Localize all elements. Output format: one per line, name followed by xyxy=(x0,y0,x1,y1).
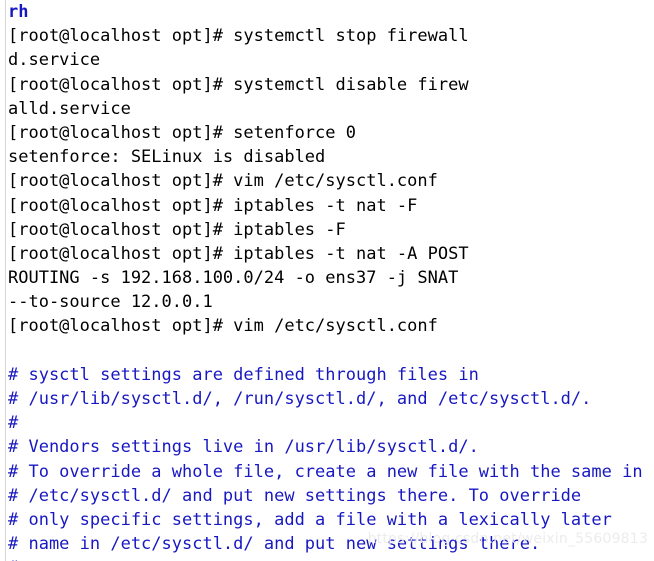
terminal-line-command-wrap: ROUTING -s 192.168.100.0/24 -o ens37 -j … xyxy=(8,266,654,290)
terminal-line-command: [root@localhost opt]# iptables -F xyxy=(8,218,654,242)
terminal-line-text: # xyxy=(8,413,19,434)
terminal-line-text: --to-source 12.0.0.1 xyxy=(8,292,213,313)
terminal-line-text: ROUTING -s 192.168.100.0/24 -o ens37 -j … xyxy=(8,268,459,289)
terminal-line-comment: # /etc/sysctl.d/ and put new settings th… xyxy=(8,484,654,508)
terminal-line-text: setenforce: SELinux is disabled xyxy=(8,147,326,168)
terminal-line-command: [root@localhost opt]# vim /etc/sysctl.co… xyxy=(8,169,654,193)
terminal-line-text: # Vendors settings live in /usr/lib/sysc… xyxy=(8,437,479,458)
terminal-line-command: [root@localhost opt]# vim /etc/sysctl.co… xyxy=(8,314,654,338)
terminal-line-output: setenforce: SELinux is disabled xyxy=(8,145,654,169)
terminal-line-text: [root@localhost opt]# setenforce 0 xyxy=(8,122,356,143)
terminal-line-command-wrap: alld.service xyxy=(8,97,654,121)
terminal-line-command: [root@localhost opt]# iptables -t nat -A… xyxy=(8,242,654,266)
terminal-line-comment: # only specific settings, add a file wit… xyxy=(8,508,654,532)
terminal-line-command: [root@localhost opt]# systemctl stop fir… xyxy=(8,24,654,48)
terminal-line-text: [root@localhost opt]# iptables -t nat -F xyxy=(8,195,418,216)
terminal-line-comment: # /usr/lib/sysctl.d/, /run/sysctl.d/, an… xyxy=(8,387,654,411)
terminal-line-blank xyxy=(8,339,654,363)
terminal-line-text xyxy=(8,341,18,361)
terminal-line-text: alld.service xyxy=(8,98,131,119)
terminal-line-comment: # xyxy=(8,411,654,435)
terminal-line-text: # sysctl settings are defined through fi… xyxy=(8,364,479,385)
terminal-line-text: [root@localhost opt]# systemctl stop fir… xyxy=(8,26,469,47)
terminal-line-text: [root@localhost opt]# iptables -F xyxy=(8,219,346,240)
terminal-line-command-wrap: d.service xyxy=(8,48,654,72)
terminal-output-area[interactable]: rh [root@localhost opt]# systemctl stop f… xyxy=(8,0,654,561)
terminal-line-comment: # xyxy=(8,556,654,561)
terminal-screen: rh [root@localhost opt]# systemctl stop f… xyxy=(0,0,654,561)
terminal-line-text: [root@localhost opt]# iptables -t nat -A… xyxy=(8,243,469,264)
terminal-line-fragment: rh xyxy=(8,0,654,24)
terminal-line-text: [root@localhost opt]# vim /etc/sysctl.co… xyxy=(8,171,438,192)
terminal-line-text: # /etc/sysctl.d/ and put new settings th… xyxy=(8,485,582,506)
left-gutter-rule xyxy=(5,0,6,561)
csdn-watermark: https://blog.csdn.net/weixin_55609813 xyxy=(367,531,648,547)
terminal-line-text: # only specific settings, add a file wit… xyxy=(8,509,612,530)
terminal-line-text: [root@localhost opt]# vim /etc/sysctl.co… xyxy=(8,316,438,337)
terminal-line-text: [root@localhost opt]# systemctl disable … xyxy=(8,74,469,95)
terminal-line-command: [root@localhost opt]# iptables -t nat -F xyxy=(8,194,654,218)
terminal-line-comment: # To override a whole file, create a new… xyxy=(8,460,654,484)
terminal-line-text: d.service xyxy=(8,50,101,71)
terminal-line-comment: # Vendors settings live in /usr/lib/sysc… xyxy=(8,435,654,459)
terminal-line-command: [root@localhost opt]# setenforce 0 xyxy=(8,121,654,145)
terminal-line-comment: # sysctl settings are defined through fi… xyxy=(8,363,654,387)
terminal-line-text: # /usr/lib/sysctl.d/, /run/sysctl.d/, an… xyxy=(8,389,592,409)
terminal-line-command-wrap: --to-source 12.0.0.1 xyxy=(8,290,654,314)
terminal-line-text: # To override a whole file, create a new… xyxy=(8,461,643,482)
terminal-line-text: rh xyxy=(8,2,29,22)
terminal-line-command: [root@localhost opt]# systemctl disable … xyxy=(8,73,654,97)
